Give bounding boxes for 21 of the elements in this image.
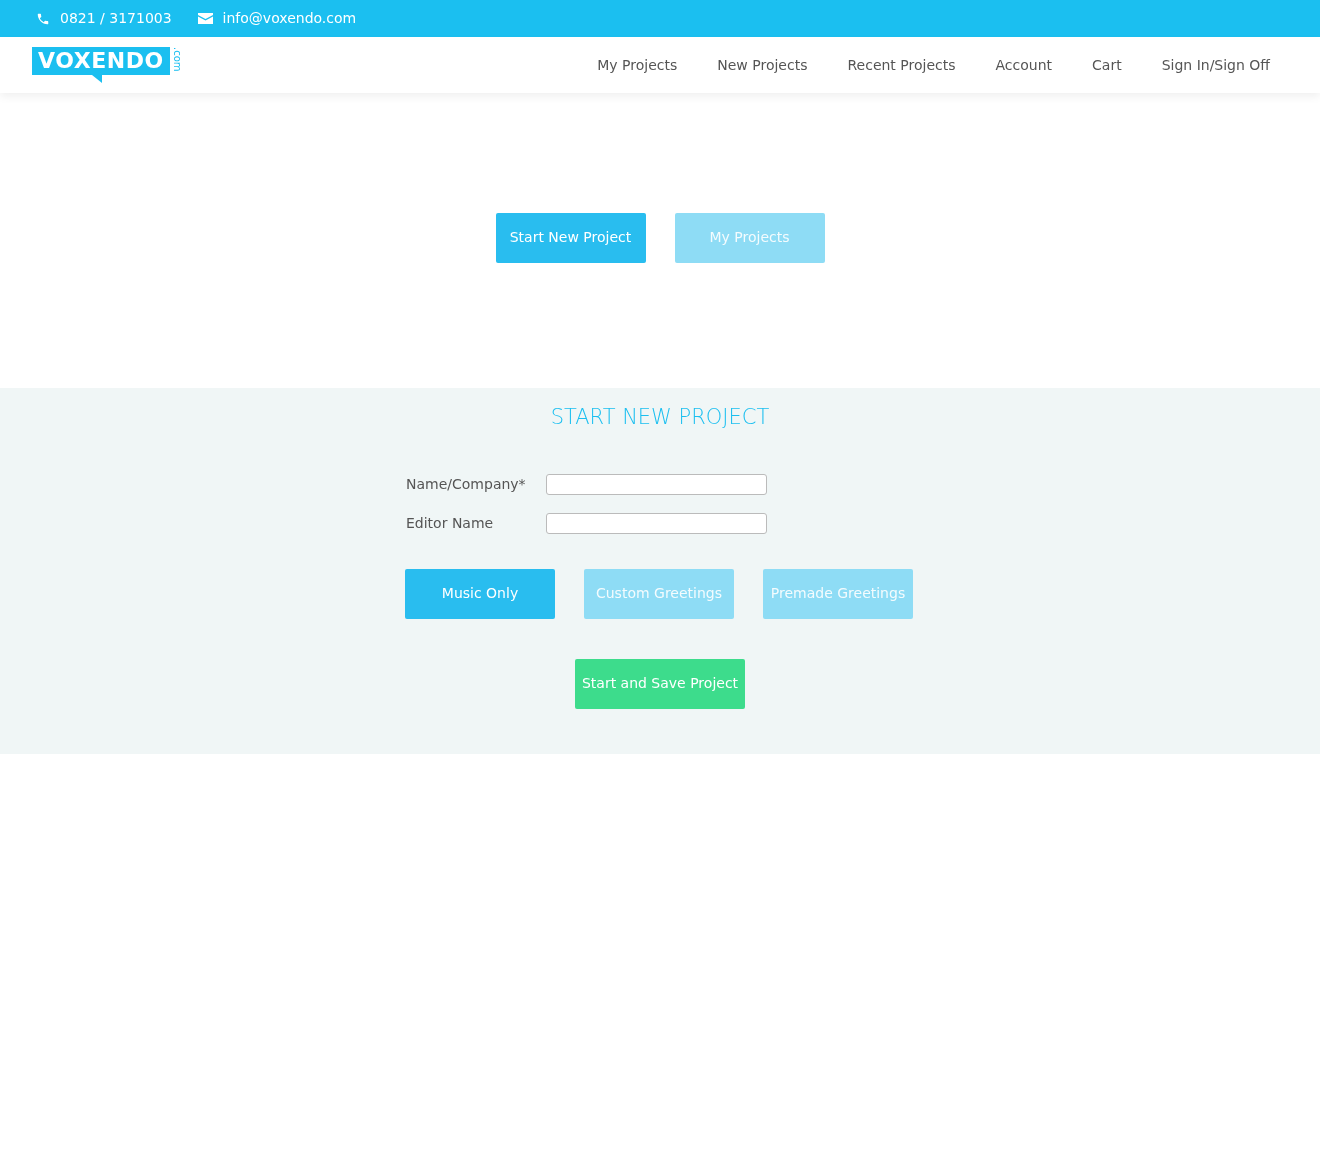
nav-link[interactable]: Account [995, 54, 1053, 76]
text-field[interactable] [546, 473, 767, 495]
envelope-icon [197, 13, 213, 24]
nav-link[interactable]: Recent Projects [847, 54, 956, 76]
option-button[interactable]: Start New Project [495, 212, 646, 263]
option-button[interactable]: My Projects [674, 212, 825, 263]
field-label: Name/Company* [406, 474, 527, 494]
start-and-save-button[interactable]: Start and Save Project [575, 658, 745, 709]
phone-number: 0821 / 3171003 [60, 9, 172, 28]
phone-icon [36, 11, 50, 26]
nav-link[interactable]: Sign In/Sign Off [1161, 54, 1270, 76]
form-title: START NEW PROJECT [550, 404, 770, 431]
email-address: info@voxendo.com [222, 9, 357, 28]
nav-link[interactable]: Cart [1092, 54, 1122, 76]
nav-link[interactable]: My Projects [597, 54, 678, 76]
option-button[interactable]: Custom Greetings [584, 568, 734, 619]
option-button[interactable]: Music Only [405, 568, 555, 619]
option-button[interactable]: Premade Greetings [763, 568, 913, 619]
field-label: Editor Name [406, 513, 495, 533]
nav-link[interactable]: New Projects [717, 54, 808, 76]
text-field[interactable] [546, 512, 767, 534]
